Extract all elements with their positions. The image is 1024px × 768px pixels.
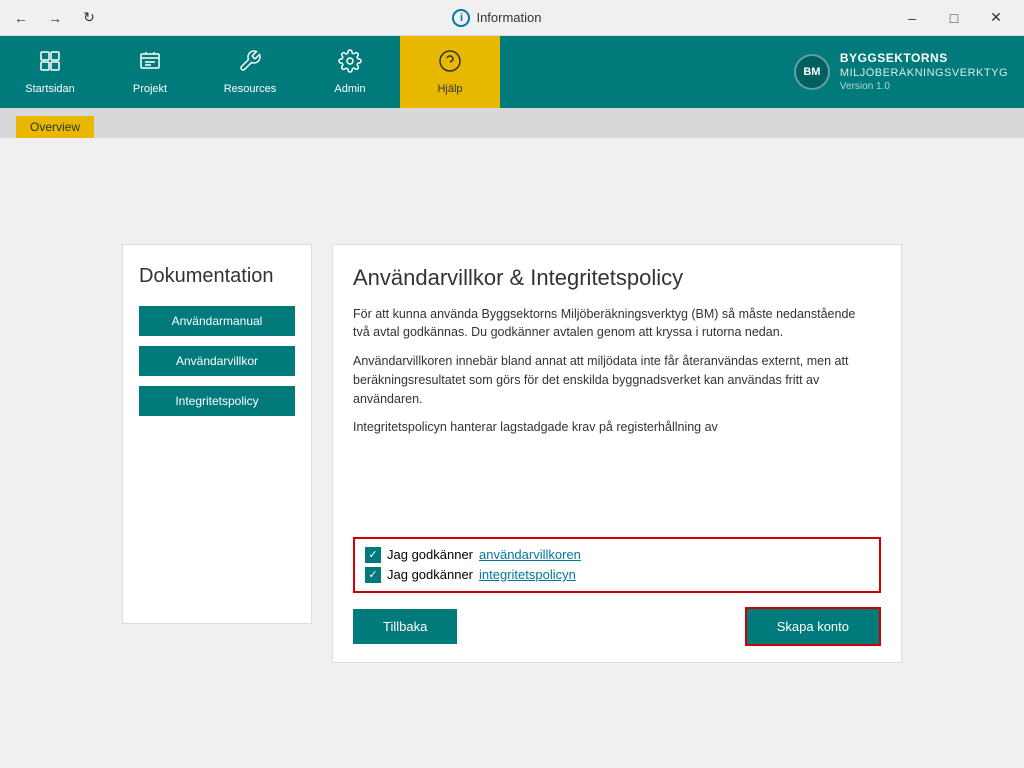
terms-title: Användarvillkor & Integritetspolicy — [353, 265, 881, 291]
nav-hjalp[interactable]: Hjälp — [400, 36, 500, 108]
checkbox-anvandarvillkor[interactable]: ✓ — [365, 547, 381, 563]
terms-para-2: Användarvillkoren innebär bland annat at… — [353, 352, 873, 408]
terms-scroll-area[interactable]: För att kunna använda Byggsektorns Miljö… — [353, 305, 881, 525]
projekt-icon — [138, 49, 162, 79]
terms-content: För att kunna använda Byggsektorns Miljö… — [353, 305, 881, 525]
title-bar-left: ← → ↻ — [8, 5, 102, 31]
brand-name: BYGGSEKTORNS — [840, 51, 1008, 67]
nav-startsidan-label: Startsidan — [25, 83, 75, 95]
link-anvandarvillkor[interactable]: användarvillkoren — [479, 547, 581, 562]
resources-icon — [238, 49, 262, 79]
refresh-button[interactable]: ↻ — [76, 5, 102, 31]
startsidan-icon — [38, 49, 62, 79]
checkbox-label-1: Jag godkänner — [387, 547, 473, 562]
tab-bar: Overview — [0, 108, 1024, 138]
title-bar: ← → ↻ i Information ‒ □ ✕ — [0, 0, 1024, 36]
btn-anvandarmanual[interactable]: Användarmanual — [139, 306, 295, 336]
brand-version: Version 1.0 — [840, 80, 1008, 93]
checkbox-row-2: ✓ Jag godkänner integritetspolicyn — [365, 567, 869, 583]
tab-overview[interactable]: Overview — [16, 116, 94, 138]
brand-section: BM BYGGSEKTORNS MILJÖBERÄKNINGSVERKTYG V… — [778, 36, 1024, 108]
info-section: i Information — [452, 9, 541, 27]
btn-skapa-konto[interactable]: Skapa konto — [745, 607, 881, 646]
navbar: Startsidan Projekt Resources Admin — [0, 36, 1024, 108]
checkbox-section: ✓ Jag godkänner användarvillkoren ✓ Jag … — [353, 537, 881, 593]
content-area: Dokumentation Användarmanual Användarvil… — [0, 138, 1024, 768]
content-inner: Dokumentation Användarmanual Användarvil… — [122, 244, 902, 663]
terms-para-1: För att kunna använda Byggsektorns Miljö… — [353, 305, 873, 343]
link-integritetspolicy[interactable]: integritetspolicyn — [479, 567, 576, 582]
nav-projekt-label: Projekt — [133, 83, 167, 95]
nav-resources-label: Resources — [224, 83, 277, 95]
forward-button[interactable]: → — [42, 5, 68, 31]
terms-para-3: Integritetspolicyn hanterar lagstadgade … — [353, 418, 873, 437]
checkbox-label-2: Jag godkänner — [387, 567, 473, 582]
info-label: Information — [476, 10, 541, 25]
nav-hjalp-label: Hjälp — [437, 83, 462, 95]
nav-startsidan[interactable]: Startsidan — [0, 36, 100, 108]
btn-anvandarvillkor[interactable]: Användarvillkor — [139, 346, 295, 376]
nav-admin[interactable]: Admin — [300, 36, 400, 108]
back-button[interactable]: ← — [8, 5, 34, 31]
brand-avatar: BM — [794, 54, 830, 90]
admin-icon — [338, 49, 362, 79]
documentation-title: Dokumentation — [139, 265, 295, 288]
info-icon: i — [452, 9, 470, 27]
checkbox-row-1: ✓ Jag godkänner användarvillkoren — [365, 547, 869, 563]
brand-text: BYGGSEKTORNS MILJÖBERÄKNINGSVERKTYG Vers… — [840, 51, 1008, 94]
action-buttons: Tillbaka Skapa konto — [353, 607, 881, 646]
btn-integritetspolicy[interactable]: Integritetspolicy — [139, 386, 295, 416]
minimize-button[interactable]: ‒ — [892, 0, 932, 36]
main-area: Overview Dokumentation Användarmanual An… — [0, 108, 1024, 768]
maximize-button[interactable]: □ — [934, 0, 974, 36]
brand-sub: MILJÖBERÄKNINGSVERKTYG — [840, 66, 1008, 80]
terms-panel: Användarvillkor & Integritetspolicy För … — [332, 244, 902, 663]
nav-admin-label: Admin — [334, 83, 365, 95]
nav-resources[interactable]: Resources — [200, 36, 300, 108]
nav-projekt[interactable]: Projekt — [100, 36, 200, 108]
hjalp-icon — [438, 49, 462, 79]
btn-tillbaka[interactable]: Tillbaka — [353, 609, 457, 644]
title-bar-controls: ‒ □ ✕ — [892, 0, 1016, 36]
documentation-panel: Dokumentation Användarmanual Användarvil… — [122, 244, 312, 624]
close-button[interactable]: ✕ — [976, 0, 1016, 36]
checkbox-integritetspolicy[interactable]: ✓ — [365, 567, 381, 583]
